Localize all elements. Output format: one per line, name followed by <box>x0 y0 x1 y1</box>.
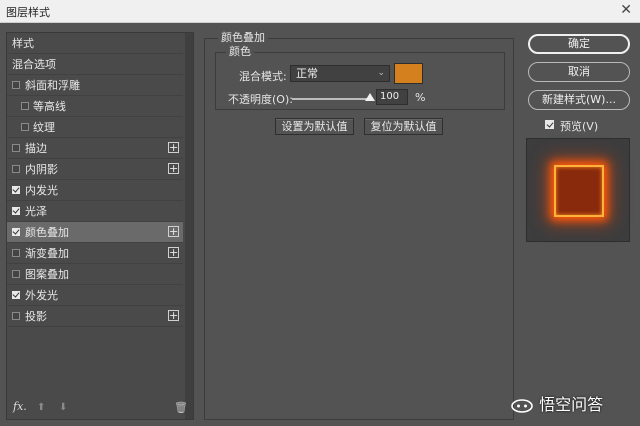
fx-button[interactable]: fx. <box>13 400 27 413</box>
style-item-label: 混合选项 <box>12 58 56 71</box>
close-icon[interactable]: ✕ <box>620 2 632 18</box>
style-item-9[interactable]: 颜色叠加 + <box>7 222 183 243</box>
style-checkbox[interactable] <box>12 186 20 194</box>
style-item-4[interactable]: 纹理 <box>7 117 183 138</box>
opacity-label: 不透明度(O): <box>228 93 293 106</box>
style-checkbox[interactable] <box>12 270 20 278</box>
set-default-button[interactable]: 设置为默认值 <box>275 118 354 135</box>
watermark-text: 悟空问答 <box>539 395 604 414</box>
style-item-label: 内发光 <box>25 184 58 197</box>
style-list: 样式混合选项斜面和浮雕等高线纹理描边 + 内阴影 + 内发光光泽颜色叠加 + 渐变叠加 + 图案… <box>7 33 183 327</box>
title-bar: 图层样式 ✕ <box>0 0 640 23</box>
style-item-8[interactable]: 光泽 <box>7 201 183 222</box>
style-preview <box>526 138 630 242</box>
move-up-icon[interactable]: ⬆ <box>37 402 45 413</box>
style-item-label: 斜面和浮雕 <box>25 79 80 92</box>
style-item-label: 渐变叠加 <box>25 247 69 260</box>
add-effect-icon[interactable]: + <box>168 226 179 237</box>
style-checkbox[interactable] <box>12 228 20 236</box>
style-checkbox[interactable] <box>21 102 29 110</box>
style-checkbox[interactable] <box>12 312 20 320</box>
style-item-0[interactable]: 样式 <box>7 33 183 54</box>
style-item-label: 图案叠加 <box>25 268 69 281</box>
blend-mode-label: 混合模式: <box>239 70 287 83</box>
style-checkbox[interactable] <box>12 81 20 89</box>
chevron-down-icon: ⌄ <box>377 68 385 78</box>
style-item-1[interactable]: 混合选项 <box>7 54 183 75</box>
style-list-toolbar: fx. ⬆ ⬇ 🗑 <box>7 397 193 419</box>
style-item-6[interactable]: 内阴影 + <box>7 159 183 180</box>
style-item-7[interactable]: 内发光 <box>7 180 183 201</box>
blend-mode-select[interactable]: 正常 ⌄ <box>290 65 390 82</box>
style-checkbox[interactable] <box>12 207 20 215</box>
style-item-label: 光泽 <box>25 205 47 218</box>
opacity-slider-thumb[interactable] <box>365 93 375 101</box>
style-item-label: 纹理 <box>33 121 55 134</box>
add-effect-icon[interactable]: + <box>168 163 179 174</box>
move-down-icon[interactable]: ⬇ <box>59 402 67 413</box>
style-item-label: 等高线 <box>33 100 66 113</box>
cancel-button[interactable]: 取消 <box>528 62 630 82</box>
add-effect-icon[interactable]: + <box>168 310 179 321</box>
add-effect-icon[interactable]: + <box>168 247 179 258</box>
trash-icon[interactable]: 🗑 <box>174 401 188 414</box>
style-item-label: 外发光 <box>25 289 58 302</box>
overlay-color-swatch[interactable] <box>394 63 423 84</box>
style-item-2[interactable]: 斜面和浮雕 <box>7 75 183 96</box>
preview-label: 预览(V) <box>560 120 599 133</box>
style-item-10[interactable]: 渐变叠加 + <box>7 243 183 264</box>
preview-checkbox[interactable] <box>545 120 554 129</box>
wukong-logo-icon <box>511 398 533 413</box>
window-title: 图层样式 <box>6 6 50 19</box>
opacity-slider-track[interactable] <box>292 98 372 100</box>
color-subgroup-title: 颜色 <box>226 43 254 59</box>
style-item-label: 样式 <box>12 37 34 50</box>
style-list-panel: 样式混合选项斜面和浮雕等高线纹理描边 + 内阴影 + 内发光光泽颜色叠加 + 渐变叠加 + 图案… <box>6 32 194 420</box>
add-effect-icon[interactable]: + <box>168 142 179 153</box>
style-checkbox[interactable] <box>12 165 20 173</box>
opacity-input[interactable]: 100 <box>376 89 408 105</box>
style-item-5[interactable]: 描边 + <box>7 138 183 159</box>
style-checkbox[interactable] <box>12 291 20 299</box>
style-checkbox[interactable] <box>21 123 29 131</box>
opacity-percent-sign: % <box>415 91 426 104</box>
new-style-button[interactable]: 新建样式(W)... <box>528 90 630 110</box>
ok-button[interactable]: 确定 <box>528 34 630 54</box>
style-item-13[interactable]: 投影 + <box>7 306 183 327</box>
style-list-scrollbar[interactable] <box>185 33 193 419</box>
style-item-label: 描边 <box>25 142 47 155</box>
style-checkbox[interactable] <box>12 249 20 257</box>
blend-mode-value: 正常 <box>296 67 318 80</box>
style-item-label: 内阴影 <box>25 163 58 176</box>
style-item-12[interactable]: 外发光 <box>7 285 183 306</box>
reset-default-button[interactable]: 复位为默认值 <box>364 118 443 135</box>
preview-glow-square <box>554 165 604 217</box>
watermark: 悟空问答 <box>510 391 603 415</box>
style-item-label: 投影 <box>25 310 47 323</box>
style-item-11[interactable]: 图案叠加 <box>7 264 183 285</box>
style-item-label: 颜色叠加 <box>25 226 69 239</box>
style-item-3[interactable]: 等高线 <box>7 96 183 117</box>
style-checkbox[interactable] <box>12 144 20 152</box>
